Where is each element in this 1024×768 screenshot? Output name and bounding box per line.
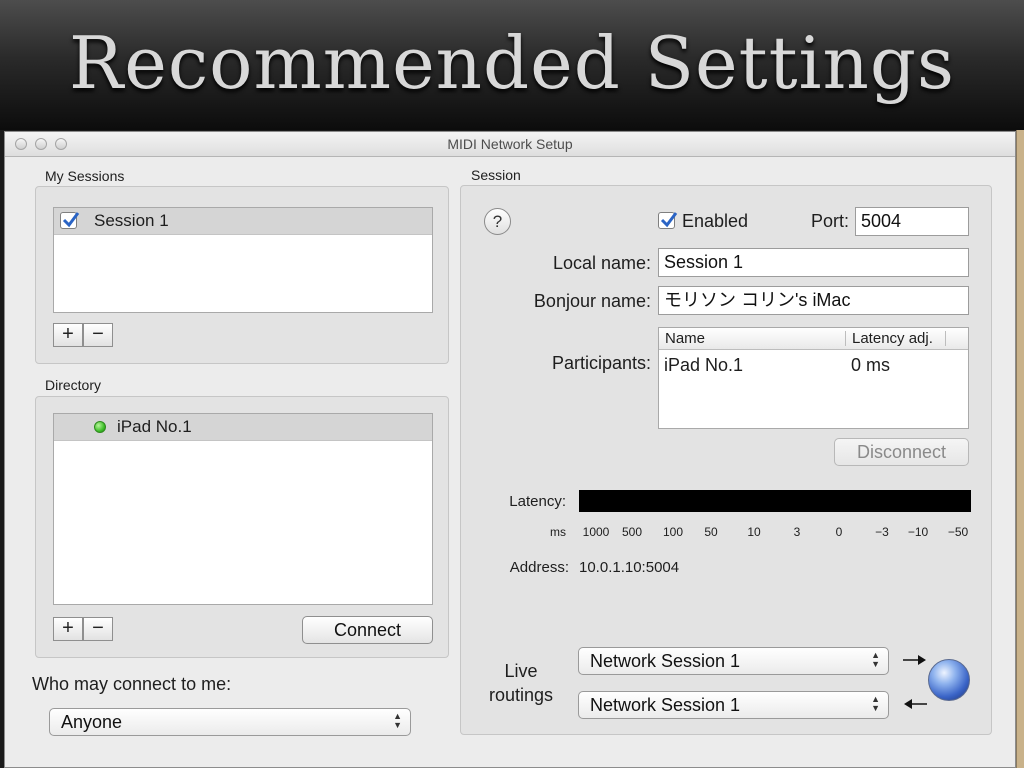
latency-tick-label: 3: [793, 525, 801, 539]
address-value: 10.0.1.10:5004: [579, 559, 680, 576]
help-button[interactable]: ?: [484, 208, 511, 235]
online-status-icon: [94, 421, 106, 433]
participants-label: Participants:: [551, 353, 651, 373]
participants-header-row: Name Latency adj.: [659, 328, 968, 350]
who-may-connect-label: Who may connect to me:: [32, 674, 232, 694]
latency-meter: [579, 490, 971, 512]
local-name-field[interactable]: Session 1: [658, 248, 969, 277]
window-title: MIDI Network Setup: [447, 136, 573, 152]
column-header-latency[interactable]: Latency adj.: [852, 330, 933, 347]
who-may-connect-value: Anyone: [61, 712, 123, 732]
popup-arrows-icon: ▲ ▼: [393, 711, 402, 730]
popup-arrows-icon: ▲ ▼: [871, 694, 880, 713]
latency-tick-label: 50: [704, 525, 718, 539]
latency-tick-label: 1000: [582, 525, 610, 539]
midi-network-setup-window: MIDI Network Setup My Sessions Session 1…: [4, 131, 1016, 768]
live-routings-label-line1: Live: [504, 661, 538, 681]
popup-arrows-icon: ▲ ▼: [871, 650, 880, 669]
bonjour-name-label: Bonjour name:: [533, 291, 651, 311]
enabled-checkbox[interactable]: [658, 212, 678, 229]
latency-tick-label: −3: [875, 525, 889, 539]
column-header-name[interactable]: Name: [665, 330, 705, 347]
latency-unit: ms: [550, 525, 566, 539]
column-divider: [945, 331, 946, 346]
directory-list[interactable]: iPad No.1: [53, 413, 433, 605]
latency-tick-label: 10: [747, 525, 761, 539]
routing-out-value: Network Session 1: [590, 695, 741, 715]
column-divider: [845, 331, 846, 346]
remove-session-button[interactable]: −: [83, 323, 113, 347]
address-label: Address:: [509, 559, 569, 576]
my-sessions-header: My Sessions: [45, 168, 125, 184]
directory-header: Directory: [45, 377, 102, 393]
session-group: ? Enabled Port: 5004 Local name: Session…: [460, 185, 992, 735]
add-session-button[interactable]: +: [53, 323, 83, 347]
port-label: Port:: [810, 211, 849, 231]
check-icon: [62, 212, 80, 228]
live-routings-label-line2: routings: [488, 685, 554, 705]
list-item[interactable]: iPad No.1: [54, 414, 432, 441]
local-name-label: Local name:: [552, 253, 651, 273]
latency-tick-label: 0: [835, 525, 843, 539]
session-enabled-checkbox[interactable]: [60, 212, 80, 229]
connect-button[interactable]: Connect: [302, 616, 433, 644]
arrow-left-icon: [904, 699, 927, 709]
participants-table[interactable]: Name Latency adj. iPad No.1 0 ms: [658, 327, 969, 429]
participant-latency: 0 ms: [851, 355, 891, 375]
network-globe-icon[interactable]: [928, 659, 970, 701]
slide-header: Recommended Settings: [0, 0, 1024, 130]
port-field[interactable]: 5004: [855, 207, 969, 236]
title-bar[interactable]: MIDI Network Setup: [5, 132, 1015, 157]
latency-tick-label: 500: [621, 525, 643, 539]
latency-label: Latency:: [509, 493, 566, 510]
latency-tick-label: 100: [662, 525, 684, 539]
desktop-background: [1016, 130, 1024, 768]
check-icon: [660, 212, 678, 228]
session-name: Session 1: [94, 211, 169, 230]
session-header: Session: [471, 167, 521, 183]
arrow-right-icon: [903, 655, 926, 665]
latency-tick-label: −10: [907, 525, 929, 539]
slide-title: Recommended Settings: [69, 21, 955, 105]
routing-in-value: Network Session 1: [590, 651, 741, 671]
bonjour-name-field[interactable]: モリソン コリン's iMac: [658, 286, 969, 315]
remove-directory-button[interactable]: −: [83, 617, 113, 641]
disconnect-button[interactable]: Disconnect: [834, 438, 969, 466]
my-sessions-group: Session 1 + −: [35, 186, 449, 364]
directory-item-name: iPad No.1: [117, 417, 192, 436]
participant-name: iPad No.1: [664, 355, 744, 375]
add-directory-button[interactable]: +: [53, 617, 83, 641]
directory-group: iPad No.1 + − Connect: [35, 396, 449, 658]
list-item[interactable]: Session 1: [54, 208, 432, 235]
routing-out-popup[interactable]: Network Session 1 ▲ ▼: [578, 691, 889, 719]
enabled-label: Enabled: [682, 211, 749, 231]
sessions-list[interactable]: Session 1: [53, 207, 433, 313]
routing-in-popup[interactable]: Network Session 1 ▲ ▼: [578, 647, 889, 675]
latency-tick-label: −50: [947, 525, 969, 539]
who-may-connect-popup[interactable]: Anyone ▲ ▼: [49, 708, 411, 736]
